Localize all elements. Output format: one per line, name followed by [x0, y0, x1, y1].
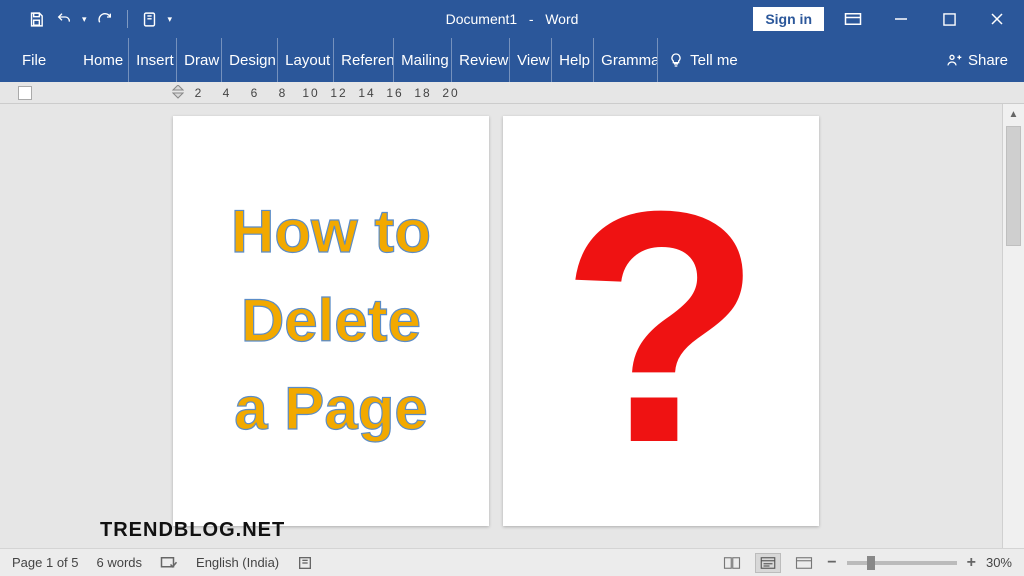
ruler-mark: 12 [330, 86, 348, 100]
wordart-line: a Page [231, 377, 431, 442]
tab-home[interactable]: Home [76, 38, 129, 82]
save-icon[interactable] [26, 9, 46, 29]
tab-mailings[interactable]: Mailing [394, 38, 452, 82]
ruler-mark: 4 [218, 86, 236, 100]
print-layout-icon[interactable] [755, 553, 781, 573]
ruler-mark: 14 [358, 86, 376, 100]
window-title: Document1 - Word [446, 11, 579, 27]
ruler-mark: 10 [302, 86, 320, 100]
share-icon [946, 52, 962, 68]
page-2[interactable]: ? [503, 116, 819, 526]
ruler-marks: 2 4 6 8 10 12 14 16 18 20 [190, 86, 460, 100]
wordart-line: How to [231, 200, 431, 265]
read-mode-icon[interactable] [719, 553, 745, 573]
zoom-in-icon[interactable]: + [967, 554, 976, 572]
tab-insert[interactable]: Insert [129, 38, 177, 82]
tab-references[interactable]: Referen [334, 38, 394, 82]
wordart-line: Delete [231, 289, 431, 354]
share-label: Share [968, 52, 1008, 69]
ruler-mark: 2 [190, 86, 208, 100]
web-layout-icon[interactable] [791, 553, 817, 573]
title-bar: ▾ ▾ Document1 - Word Sign in [0, 0, 1024, 38]
quick-access-toolbar: ▾ ▾ [26, 9, 172, 29]
status-right: − + 30% [719, 553, 1012, 573]
ruler-mark: 16 [386, 86, 404, 100]
window-controls: Sign in [753, 5, 1016, 33]
undo-icon[interactable] [54, 9, 74, 29]
zoom-out-icon[interactable]: − [827, 554, 836, 572]
tell-me-search[interactable]: Tell me [658, 52, 748, 69]
page-count[interactable]: Page 1 of 5 [12, 555, 79, 570]
indent-marker-icon[interactable] [172, 85, 184, 101]
tab-design[interactable]: Design [222, 38, 278, 82]
spell-check-icon[interactable] [160, 555, 178, 571]
tab-layout[interactable]: Layout [278, 38, 334, 82]
redo-icon[interactable] [95, 9, 115, 29]
ruler-mark: 8 [274, 86, 292, 100]
language-status[interactable]: English (India) [196, 555, 279, 570]
question-mark-graphic[interactable]: ? [560, 192, 762, 463]
ruler-corner[interactable] [18, 86, 32, 100]
tab-grammarly[interactable]: Gramma [594, 38, 658, 82]
title-separator: - [521, 11, 541, 27]
maximize-icon[interactable] [930, 5, 968, 33]
page-1[interactable]: How to Delete a Page [173, 116, 489, 526]
ruler-mark: 6 [246, 86, 264, 100]
separator [127, 10, 128, 28]
scrollbar-thumb[interactable] [1006, 126, 1021, 246]
watermark-text: TRENDBLOG.NET [100, 519, 285, 542]
tell-me-label: Tell me [690, 52, 738, 69]
zoom-level[interactable]: 30% [986, 555, 1012, 570]
ruler: 2 4 6 8 10 12 14 16 18 20 [0, 82, 1024, 104]
tab-view[interactable]: View [510, 38, 552, 82]
page-container: How to Delete a Page ? [173, 116, 819, 526]
tab-draw[interactable]: Draw [177, 38, 222, 82]
ruler-mark: 18 [414, 86, 432, 100]
document-workspace[interactable]: How to Delete a Page ? [0, 104, 1024, 548]
scroll-up-icon[interactable]: ▲ [1003, 104, 1024, 124]
app-name: Word [545, 11, 578, 27]
tab-file[interactable]: File [0, 38, 68, 82]
ribbon-tabs: File Home Insert Draw Design Layout Refe… [0, 38, 1024, 82]
document-name: Document1 [446, 11, 518, 27]
touch-mode-icon[interactable] [140, 9, 160, 29]
undo-dropdown-icon[interactable]: ▾ [82, 14, 87, 25]
status-bar: Page 1 of 5 6 words English (India) − + … [0, 548, 1024, 576]
word-count[interactable]: 6 words [97, 555, 143, 570]
close-icon[interactable] [978, 5, 1016, 33]
sign-in-button[interactable]: Sign in [753, 7, 824, 31]
minimize-icon[interactable] [882, 5, 920, 33]
tab-help[interactable]: Help [552, 38, 594, 82]
zoom-slider-knob[interactable] [867, 556, 875, 570]
ribbon-display-options-icon[interactable] [834, 5, 872, 33]
wordart-text[interactable]: How to Delete a Page [231, 200, 431, 442]
ruler-mark: 20 [442, 86, 460, 100]
qat-dropdown-icon[interactable]: ▾ [168, 14, 173, 25]
tab-review[interactable]: Review [452, 38, 510, 82]
accessibility-icon[interactable] [297, 555, 313, 571]
share-button[interactable]: Share [946, 52, 1008, 69]
lightbulb-icon [668, 52, 684, 68]
zoom-slider[interactable] [847, 561, 957, 565]
vertical-scrollbar[interactable]: ▲ [1002, 104, 1024, 548]
